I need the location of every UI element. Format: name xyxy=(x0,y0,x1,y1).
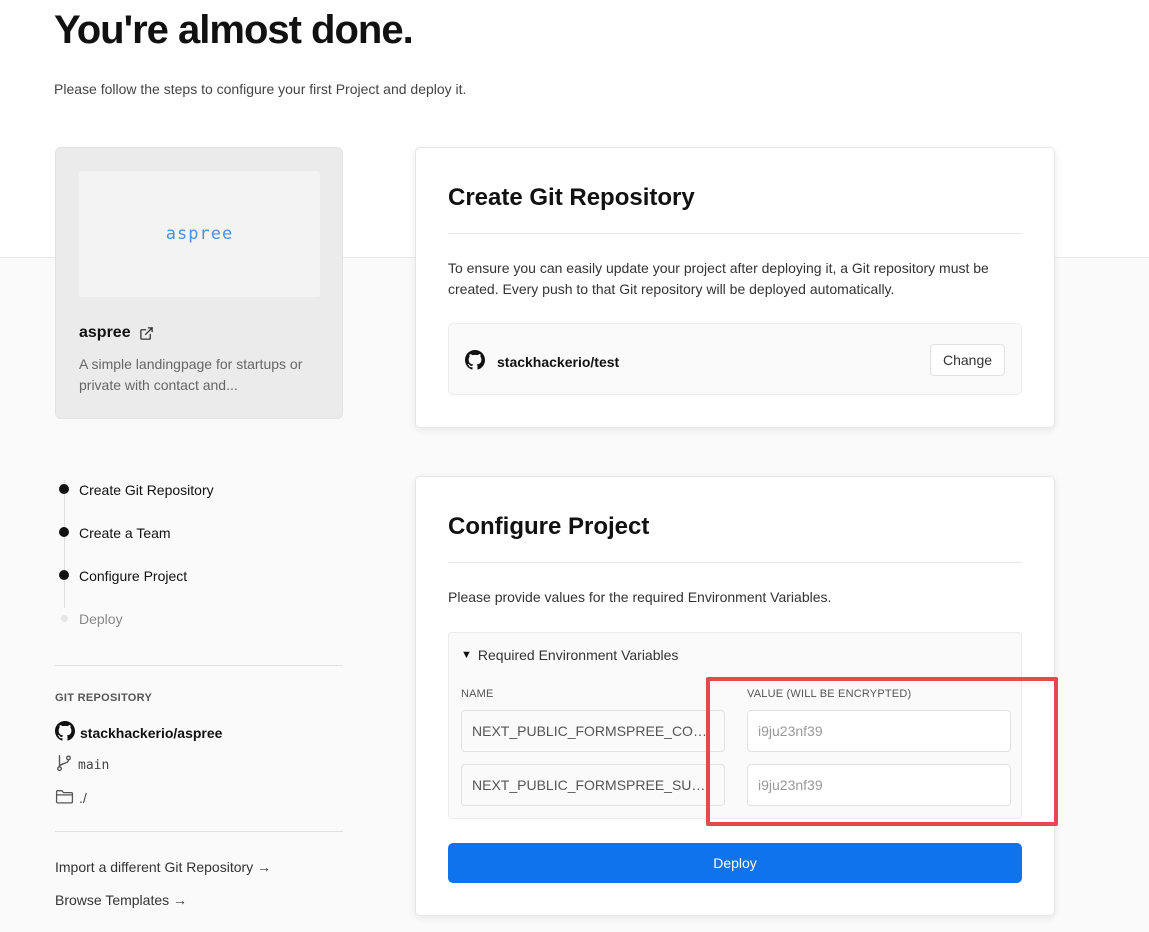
git-directory-row: ./ xyxy=(55,788,87,808)
env-variables-toggle[interactable]: ▼ Required Environment Variables xyxy=(461,647,678,663)
github-icon xyxy=(465,350,485,373)
template-description: A simple landingpage for startups or pri… xyxy=(79,356,303,393)
git-directory: ./ xyxy=(79,790,87,806)
divider xyxy=(55,665,343,666)
page-subtitle: Please follow the steps to configure you… xyxy=(54,81,467,97)
card-description: To ensure you can easily update your pro… xyxy=(448,260,989,297)
name-column-header: NAME xyxy=(461,688,494,700)
step-label: Configure Project xyxy=(79,567,188,584)
divider xyxy=(55,831,343,832)
card-title: Configure Project xyxy=(448,513,650,540)
repository-label: stackhackerio/test xyxy=(465,350,619,373)
env-variables-section: ▼ Required Environment Variables NAME VA… xyxy=(448,632,1022,819)
template-preview-logo: aspree xyxy=(165,224,234,244)
github-icon xyxy=(55,721,75,744)
step-label: Create Git Repository xyxy=(79,481,214,498)
value-column-header: VALUE (WILL BE ENCRYPTED) xyxy=(747,688,912,700)
step-done-dot-icon xyxy=(59,570,69,580)
selected-repository: stackhackerio/test Change xyxy=(448,323,1022,395)
step-list: Create Git Repository Create a Team Conf… xyxy=(55,468,343,640)
browse-templates-link[interactable]: Browse Templates → xyxy=(55,892,187,908)
caret-down-icon[interactable]: ▼ xyxy=(461,649,472,661)
branch-icon xyxy=(55,754,73,776)
git-repo-row[interactable]: stackhackerio/aspree xyxy=(55,721,222,744)
env-value-field[interactable] xyxy=(747,710,1011,752)
card-divider xyxy=(448,233,1022,234)
env-variables-summary[interactable]: Required Environment Variables xyxy=(478,647,679,663)
repository-name: stackhackerio/test xyxy=(497,353,620,370)
step-done-dot-icon xyxy=(59,527,69,537)
template-name-row[interactable]: aspree xyxy=(79,324,154,342)
env-name-field[interactable] xyxy=(461,764,725,806)
step-done-dot-icon xyxy=(59,484,69,494)
step-create-team: Create a Team xyxy=(55,511,343,554)
card-divider xyxy=(448,562,1022,563)
card-title: Create Git Repository xyxy=(448,184,695,211)
deploy-button[interactable]: Deploy xyxy=(448,843,1022,883)
step-create-git-repository: Create Git Repository xyxy=(55,468,343,511)
create-git-repository-card: Create Git Repository To ensure you can … xyxy=(415,147,1055,428)
step-configure-project: Configure Project xyxy=(55,554,343,597)
step-label: Deploy xyxy=(79,610,123,627)
card-description: Please provide values for the required E… xyxy=(448,589,832,605)
step-deploy: Deploy xyxy=(55,597,343,640)
template-preview: aspree xyxy=(79,171,320,297)
template-card: aspree aspree A simple landingpage for s… xyxy=(55,147,343,419)
change-repository-button[interactable]: Change xyxy=(930,344,1005,376)
external-link-icon[interactable] xyxy=(139,326,154,341)
step-pending-dot-icon xyxy=(61,615,68,622)
template-name[interactable]: aspree xyxy=(79,324,131,342)
git-repo-name[interactable]: stackhackerio/aspree xyxy=(80,725,222,741)
env-name-field[interactable] xyxy=(461,710,725,752)
git-repository-heading: GIT REPOSITORY xyxy=(55,692,153,704)
step-label: Create a Team xyxy=(79,524,171,541)
import-git-repository-link[interactable]: Import a different Git Repository → xyxy=(55,859,271,875)
folder-icon xyxy=(55,788,74,808)
git-branch-name: main xyxy=(78,757,110,773)
env-value-field[interactable] xyxy=(747,764,1011,806)
git-branch-row: main xyxy=(55,754,109,776)
page-title: You're almost done. xyxy=(54,8,414,52)
configure-project-card: Configure Project Please provide values … xyxy=(415,476,1055,916)
